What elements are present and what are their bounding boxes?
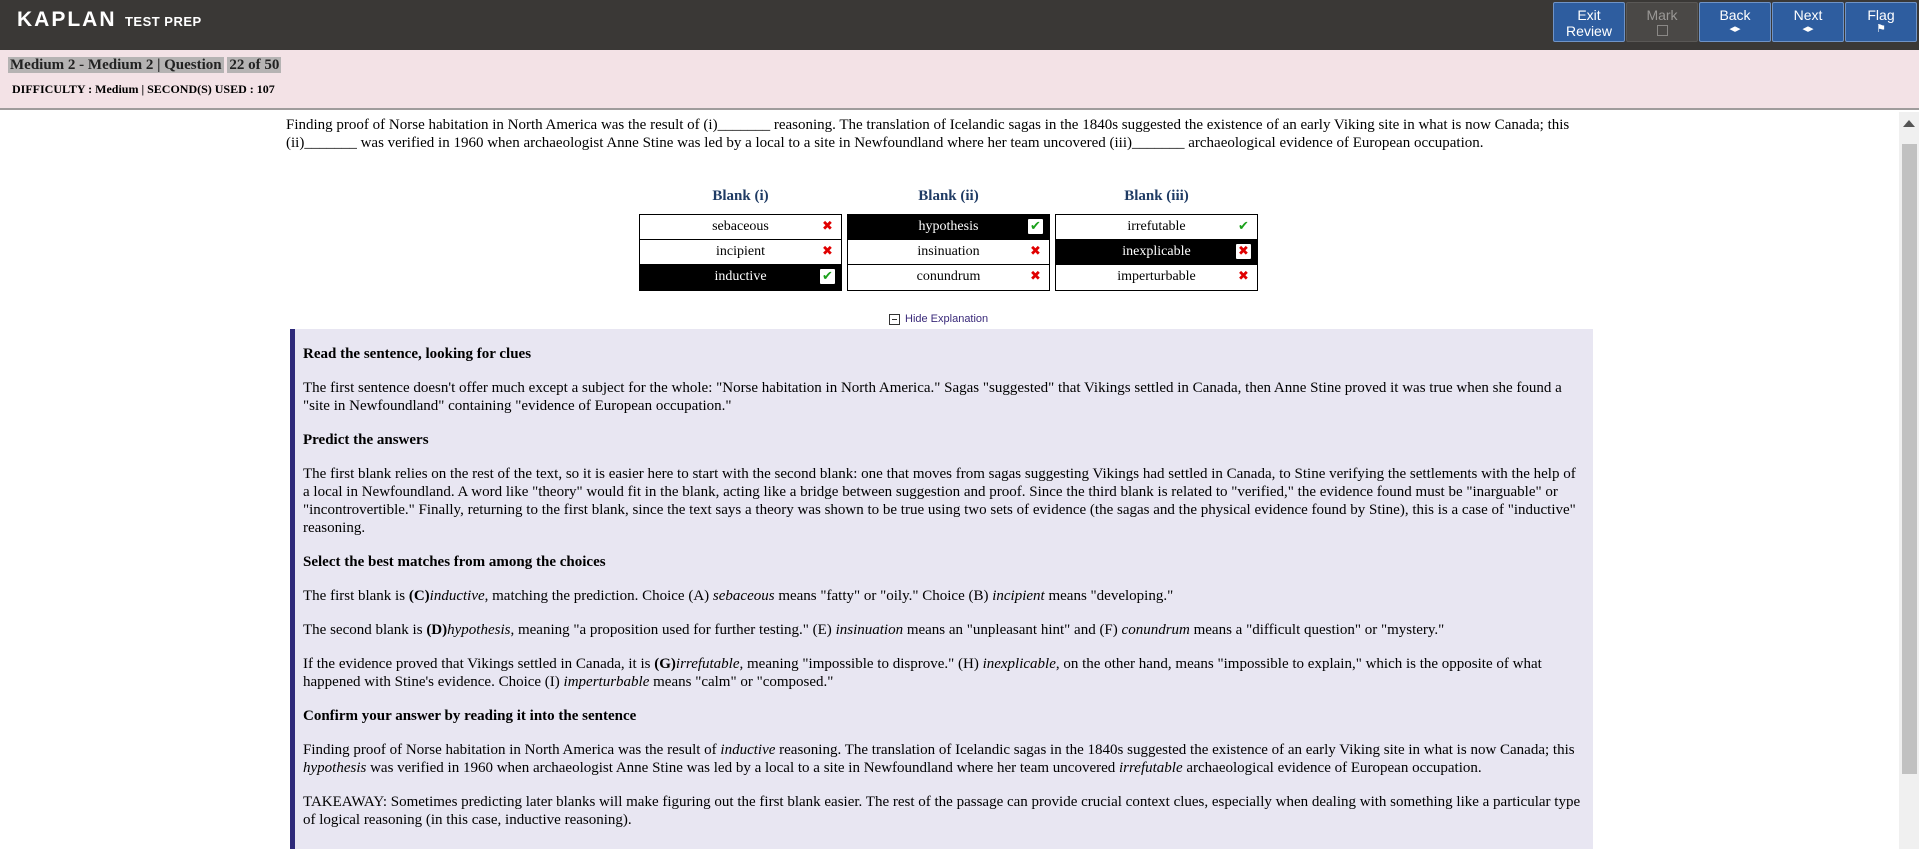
x-icon: ✖ <box>1238 269 1249 284</box>
choice-label: inexplicable <box>1122 244 1191 259</box>
flag-button[interactable]: Flag ⚑ <box>1845 2 1917 42</box>
explanation-paragraph: The first blank is (C)inductive, matchin… <box>303 588 1174 604</box>
choice-label: imperturbable <box>1117 269 1196 284</box>
blank-columns: Blank (i) sebaceous ✖ incipient ✖ inductiv… <box>639 188 1258 291</box>
hide-explanation-label[interactable]: Hide Explanation <box>905 313 988 325</box>
flag-label: Flag <box>1867 7 1895 23</box>
next-button[interactable]: Next ◂▸ <box>1772 2 1844 42</box>
top-bar: KAPLAN TEST PREP Exit Review Mark Back ◂… <box>0 0 1919 50</box>
back-button[interactable]: Back ◂▸ <box>1699 2 1771 42</box>
exit-review-label-2: Review <box>1566 23 1612 39</box>
explanation-heading: Confirm your answer by reading it into t… <box>303 708 637 724</box>
choice-list: hypothesis ✔ insinuation ✖ conundrum ✖ <box>847 214 1050 291</box>
mark-button[interactable]: Mark <box>1626 2 1698 42</box>
blank-header: Blank (iii) <box>1124 188 1189 204</box>
answer-choice[interactable]: conundrum ✖ <box>848 265 1049 290</box>
mark-checkbox-icon[interactable] <box>1656 25 1668 36</box>
blank-ii-column: Blank (ii) hypothesis ✔ insinuation ✖ conu… <box>847 188 1050 291</box>
explanation-heading: Read the sentence, looking for clues <box>303 346 532 362</box>
answer-choice[interactable]: irrefutable ✔ <box>1056 215 1257 240</box>
blank-header: Blank (ii) <box>918 188 979 204</box>
next-label: Next <box>1793 7 1823 23</box>
question-content[interactable]: Finding proof of Norse habitation in Nor… <box>0 112 1899 849</box>
explanation-heading: Select the best matches from among the c… <box>303 554 606 570</box>
x-icon: ✖ <box>1030 269 1041 284</box>
back-label: Back <box>1719 7 1751 23</box>
answer-choice[interactable]: imperturbable ✖ <box>1056 265 1257 290</box>
nav-button-group: Exit Review Mark Back ◂▸ Next ◂▸ Flag ⚑ <box>1553 2 1917 42</box>
blank-iii-column: Blank (iii) irrefutable ✔ inexplicable ✖ i… <box>1055 188 1258 291</box>
answer-choice[interactable]: sebaceous ✖ <box>640 215 841 240</box>
explanation-paragraph: If the evidence proved that Vikings sett… <box>303 656 1542 690</box>
check-icon: ✔ <box>1028 219 1043 234</box>
flag-icon: ⚑ <box>1876 23 1886 35</box>
explanation-paragraph: Finding proof of Norse habitation in Nor… <box>303 742 1575 776</box>
kaplan-logo: KAPLAN TEST PREP <box>17 8 202 32</box>
check-icon: ✔ <box>820 269 835 284</box>
question-stem: Finding proof of Norse habitation in Nor… <box>286 117 1570 151</box>
explanation-panel: Read the sentence, looking for clues The… <box>290 329 1593 849</box>
choice-label: conundrum <box>916 269 981 284</box>
explanation-paragraph: The first sentence doesn't offer much ex… <box>303 380 1562 414</box>
choice-label: insinuation <box>917 244 980 259</box>
vertical-scrollbar[interactable] <box>1899 112 1919 849</box>
choice-label: irrefutable <box>1127 219 1186 234</box>
explanation-paragraph: The second blank is (D)hypothesis, meani… <box>303 622 1445 638</box>
answer-choice-selected[interactable]: inductive ✔ <box>640 265 841 290</box>
choice-list: irrefutable ✔ inexplicable ✖ imperturbable… <box>1055 214 1258 291</box>
question-meta: DIFFICULTY : Medium | SECOND(S) USED : 1… <box>12 82 275 96</box>
scroll-up-icon[interactable] <box>1903 120 1915 127</box>
section-label: Medium 2 - Medium 2 | Question <box>8 57 224 73</box>
takeaway-paragraph: TAKEAWAY: Sometimes predicting later bla… <box>303 794 1581 828</box>
logo-brand: KAPLAN <box>17 8 117 31</box>
answer-choice-selected[interactable]: inexplicable ✖ <box>1056 240 1257 265</box>
minus-box-icon[interactable] <box>889 313 900 325</box>
arrow-left-icon: ◂▸ <box>1729 23 1741 35</box>
choice-label: incipient <box>716 244 765 259</box>
blank-i-column: Blank (i) sebaceous ✖ incipient ✖ inductiv… <box>639 188 842 291</box>
choice-label: inductive <box>714 269 767 284</box>
check-icon: ✔ <box>1238 219 1249 234</box>
scroll-thumb[interactable] <box>1902 144 1917 774</box>
explanation-paragraph: The first blank relies on the rest of th… <box>303 466 1576 536</box>
blank-header: Blank (i) <box>712 188 769 204</box>
exit-review-button[interactable]: Exit Review <box>1553 2 1625 42</box>
x-icon: ✖ <box>1030 244 1041 259</box>
x-icon: ✖ <box>1236 244 1251 259</box>
logo-subtitle: TEST PREP <box>124 14 202 29</box>
question-title: Medium 2 - Medium 2 | Question 22 of 50 <box>8 57 282 74</box>
explanation-heading: Predict the answers <box>303 432 429 448</box>
question-position: 22 of 50 <box>227 57 282 73</box>
question-info-bar: Medium 2 - Medium 2 | Question 22 of 50 … <box>0 50 1919 110</box>
exit-review-label-1: Exit <box>1577 7 1601 23</box>
answer-choice-selected[interactable]: hypothesis ✔ <box>848 215 1049 240</box>
answer-choice[interactable]: incipient ✖ <box>640 240 841 265</box>
choice-label: sebaceous <box>712 219 769 234</box>
arrow-right-icon: ◂▸ <box>1802 23 1814 35</box>
x-icon: ✖ <box>822 219 833 234</box>
x-icon: ✖ <box>822 244 833 259</box>
choice-list: sebaceous ✖ incipient ✖ inductive ✔ <box>639 214 842 291</box>
hide-explanation-toggle[interactable]: Hide Explanation <box>889 313 988 325</box>
answer-choice[interactable]: insinuation ✖ <box>848 240 1049 265</box>
mark-label: Mark <box>1646 7 1678 23</box>
choice-label: hypothesis <box>918 219 979 234</box>
